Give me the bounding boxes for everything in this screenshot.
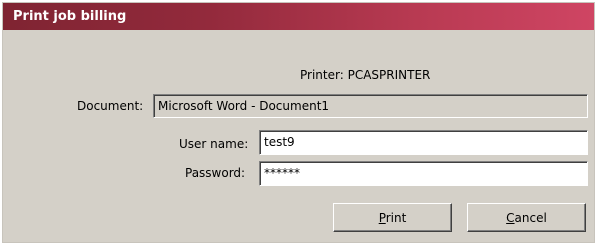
title-bar[interactable]: Print job billing bbox=[3, 3, 594, 30]
password-input[interactable]: ****** bbox=[259, 161, 588, 186]
document-label: Document: bbox=[77, 99, 144, 113]
cancel-button-label: Cancel bbox=[506, 210, 547, 225]
print-button-label: Print bbox=[378, 210, 407, 225]
printer-label: Printer: bbox=[300, 68, 344, 82]
print-button[interactable]: Print bbox=[333, 203, 452, 232]
document-field: Microsoft Word - Document1 bbox=[153, 94, 588, 118]
printer-info: Printer: PCASPRINTER bbox=[300, 68, 430, 82]
password-label: Password: bbox=[185, 166, 246, 180]
window-title: Print job billing bbox=[13, 9, 127, 24]
user-name-input[interactable]: test9 bbox=[259, 130, 588, 155]
user-name-label: User name: bbox=[179, 137, 249, 151]
print-job-billing-dialog: Print job billing Printer: PCASPRINTER D… bbox=[2, 2, 595, 243]
printer-name: PCASPRINTER bbox=[347, 68, 431, 82]
cancel-button[interactable]: Cancel bbox=[467, 203, 586, 232]
